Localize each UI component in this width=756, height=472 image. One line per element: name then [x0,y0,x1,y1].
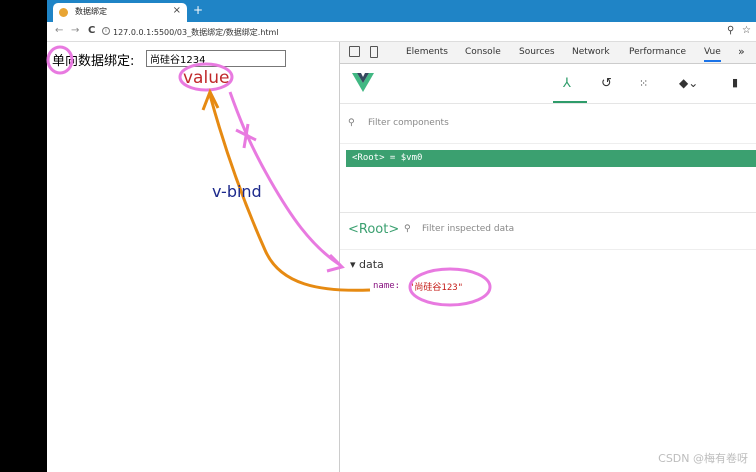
browser-tab[interactable]: 数据绑定 × [53,3,187,22]
tab-elements[interactable]: Elements [406,47,448,57]
data-property-key: name: [373,281,401,291]
field-label: 单向数据绑定: [52,54,135,69]
address-bar: ← → C i 127.0.0.1:5500/03_数据绑定/数据绑定.html… [47,22,756,42]
url-text[interactable]: 127.0.0.1:5500/03_数据绑定/数据绑定.html [113,27,279,38]
vue-logo-icon [352,73,374,92]
timeline-icon[interactable]: ↺ [601,76,612,91]
filter-components-input[interactable]: Filter components [368,118,449,128]
plugins-icon[interactable]: ⁙ [639,77,648,90]
routing-icon[interactable]: ◆⌄ [679,76,698,90]
data-section-toggle[interactable]: ▾ data [350,258,384,271]
devtools-panel: Elements Console Sources Network Perform… [339,42,756,472]
watermark: CSDN @梅有卷呀 [658,452,748,465]
active-indicator [553,101,587,103]
inspector-header: <Root> ⚲ Filter inspected data [340,212,756,250]
device-icon[interactable] [370,46,378,58]
settings-icon[interactable]: ▮ [732,76,738,89]
components-filter[interactable]: ⚲ Filter components [340,104,756,144]
search-icon: ⚲ [404,224,411,234]
new-tab-button[interactable]: + [193,3,203,17]
inspect-icon[interactable] [349,46,360,57]
tab-sources[interactable]: Sources [519,47,555,57]
tab-vue[interactable]: Vue [704,47,721,62]
devtools-tabs: Elements Console Sources Network Perform… [340,42,756,64]
tab-title: 数据绑定 [75,7,107,16]
forward-icon[interactable]: → [71,25,79,36]
tab-console[interactable]: Console [465,47,501,57]
info-icon[interactable]: i [102,27,110,35]
tab-network[interactable]: Network [572,47,610,57]
root-component-row[interactable]: <Root> = $vm0 [346,150,756,167]
tab-performance[interactable]: Performance [629,47,686,57]
search-icon: ⚲ [348,118,355,128]
page-content: 单向数据绑定: [47,42,339,472]
tab-strip: 数据绑定 × + [47,0,756,22]
star-icon[interactable]: ☆ [742,25,751,36]
more-tabs-icon[interactable]: » [738,45,745,58]
browser-window: 数据绑定 × + ← → C i 127.0.0.1:5500/03_数据绑定/… [47,0,756,472]
data-property-value[interactable]: "尚硅谷123" [409,280,463,293]
reload-icon[interactable]: C [88,25,95,36]
filter-inspected-input[interactable]: Filter inspected data [422,224,514,234]
screenshot-root: 数据绑定 × + ← → C i 127.0.0.1:5500/03_数据绑定/… [0,0,756,472]
components-icon[interactable]: ⅄ [563,76,571,91]
back-icon[interactable]: ← [55,25,63,36]
favicon-icon [59,8,68,17]
close-icon[interactable]: × [173,5,181,16]
one-way-binding-input[interactable] [146,50,286,67]
vue-toolbar: ⅄ ↺ ⁙ ◆⌄ ▮ [340,64,756,104]
zoom-icon[interactable]: ⚲ [727,25,734,36]
inspected-component-name: <Root> [348,222,400,237]
